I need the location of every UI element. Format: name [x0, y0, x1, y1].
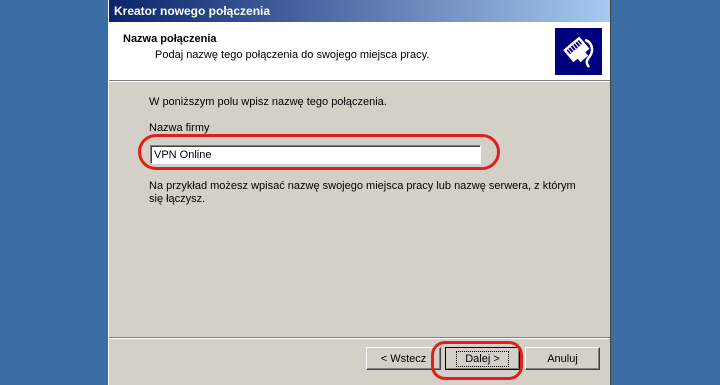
network-cable-icon [555, 28, 602, 75]
company-name-input[interactable] [150, 145, 481, 164]
cancel-button[interactable]: Anuluj [525, 347, 600, 370]
header-divider [109, 81, 610, 82]
header-subtitle: Podaj nazwę tego połączenia do swojego m… [155, 49, 430, 61]
next-button-label: Dalej > [456, 350, 509, 367]
back-button-label: < Wstecz [380, 352, 427, 365]
wizard-header: Nazwa połączenia Podaj nazwę tego połącz… [109, 22, 610, 81]
next-button[interactable]: Dalej > [445, 347, 520, 370]
wizard-window: Kreator nowego połączenia Nazwa połączen… [108, 0, 611, 385]
instruction-text: W poniższym polu wpisz nazwę tego połącz… [149, 96, 387, 108]
cancel-button-label: Anuluj [547, 352, 578, 365]
back-button[interactable]: < Wstecz [366, 347, 441, 370]
window-title: Kreator nowego połączenia [114, 4, 271, 18]
company-name-label: Nazwa firmy [149, 122, 210, 134]
hint-text: Na przykład możesz wpisać nazwę swojego … [149, 180, 576, 205]
title-bar[interactable]: Kreator nowego połączenia [109, 0, 610, 22]
footer-divider [109, 337, 610, 339]
header-title: Nazwa połączenia [123, 33, 217, 45]
